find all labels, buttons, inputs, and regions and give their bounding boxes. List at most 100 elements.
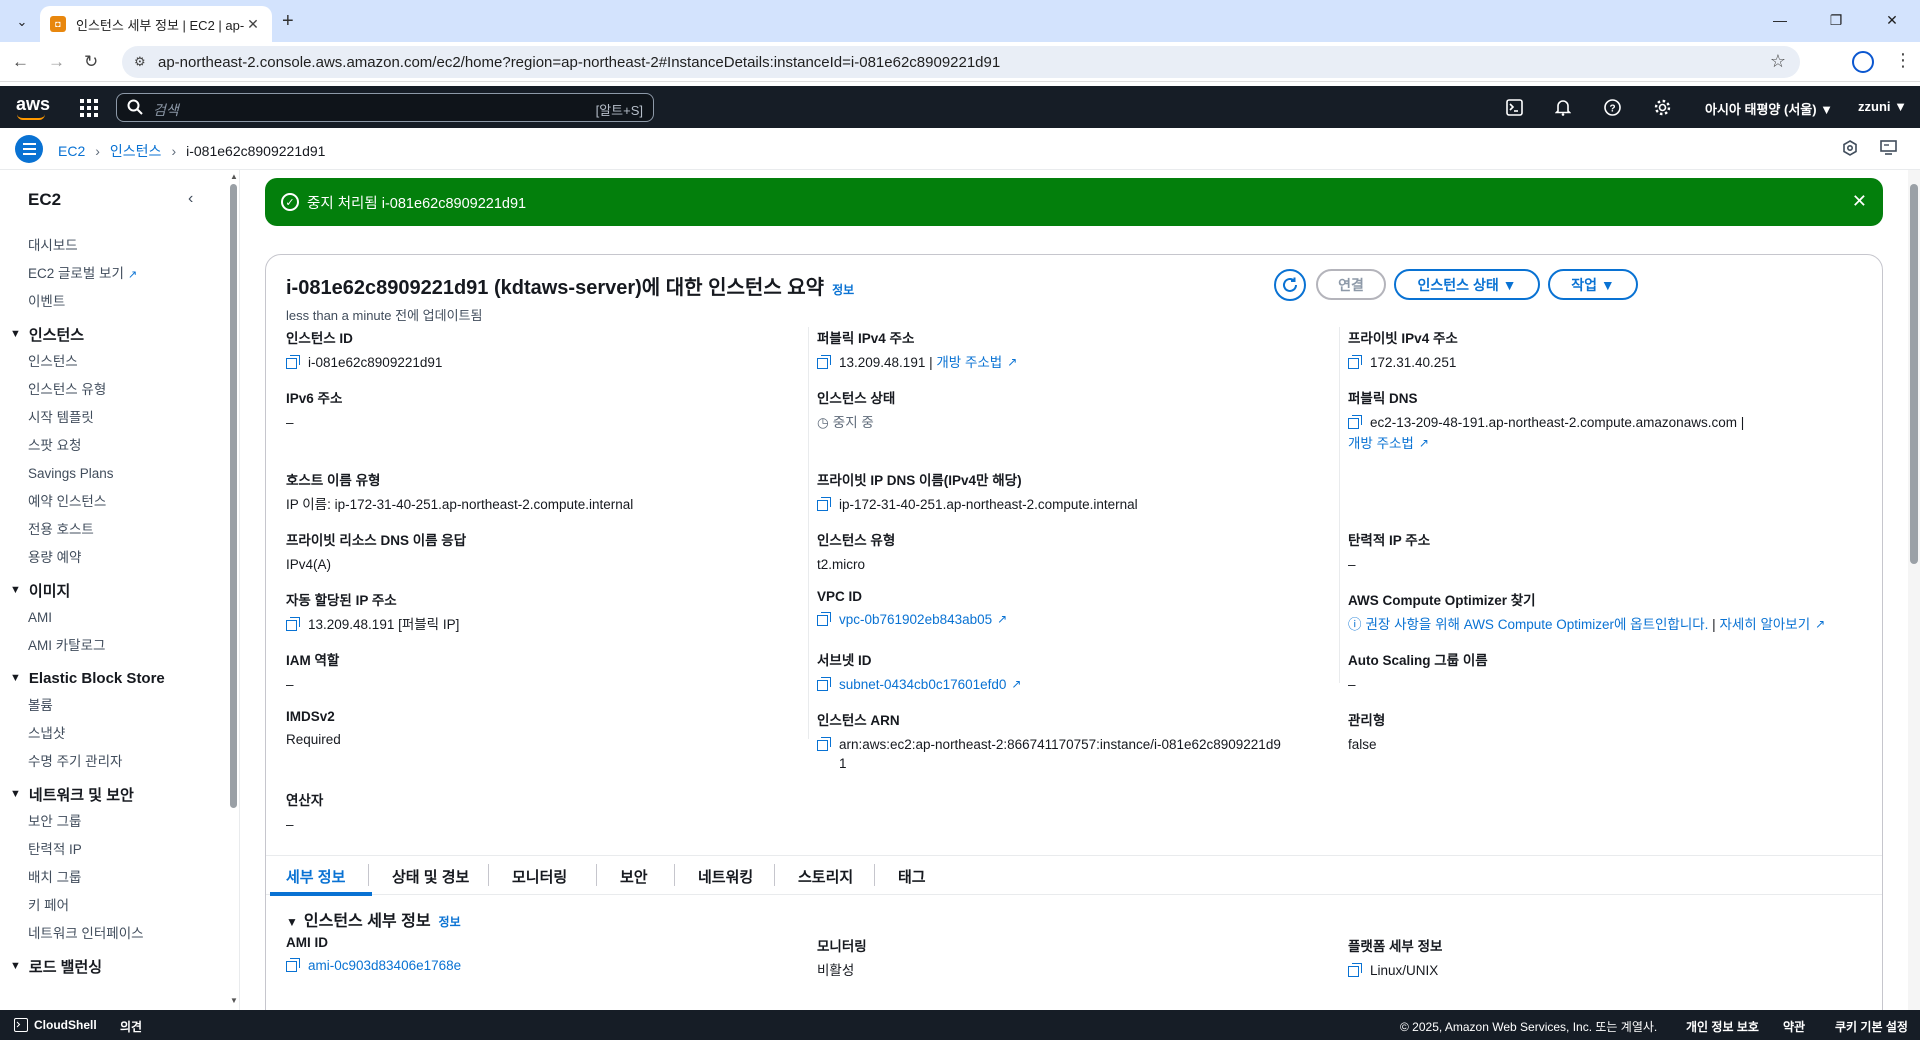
- aws-logo[interactable]: aws: [16, 94, 50, 120]
- info-link[interactable]: 정보: [439, 915, 461, 929]
- sidebar-item-key-pairs[interactable]: 키 페어: [0, 892, 228, 920]
- info-link[interactable]: 정보: [832, 283, 854, 297]
- sidebar-item-volumes[interactable]: 볼륨: [0, 692, 228, 720]
- tab-search-button[interactable]: ⌄: [8, 8, 36, 36]
- settings-gear-icon[interactable]: [1652, 97, 1672, 117]
- copy-icon[interactable]: [817, 612, 831, 626]
- sidebar-item-snapshots[interactable]: 스냅샷: [0, 720, 228, 748]
- sidebar-item-ami-catalog[interactable]: AMI 카탈로그: [0, 632, 228, 660]
- sidebar-item-security-groups[interactable]: 보안 그룹: [0, 808, 228, 836]
- notifications-bell-icon[interactable]: [1553, 97, 1573, 117]
- new-tab-button[interactable]: +: [282, 10, 294, 33]
- sidebar-section-instances[interactable]: ▼ 인스턴스: [0, 320, 228, 348]
- sidebar-item-events[interactable]: 이벤트: [0, 288, 228, 316]
- close-window-button[interactable]: ✕: [1864, 0, 1920, 40]
- ami-link[interactable]: ami-0c903d83406e1768e: [308, 956, 461, 975]
- cloudshell-button[interactable]: CloudShell: [14, 1018, 97, 1032]
- restore-button[interactable]: ❐: [1808, 0, 1864, 40]
- profile-icon[interactable]: [1852, 51, 1874, 73]
- copy-icon[interactable]: [817, 737, 831, 751]
- tab-monitoring[interactable]: 모니터링: [512, 866, 567, 887]
- browser-menu-icon[interactable]: ⋮: [1894, 50, 1912, 71]
- copy-icon[interactable]: [1348, 355, 1362, 369]
- connect-button[interactable]: 연결: [1316, 269, 1386, 300]
- settings-hex-icon[interactable]: [1842, 140, 1860, 158]
- copy-icon[interactable]: [817, 677, 831, 691]
- browser-tab[interactable]: ◘ 인스턴스 세부 정보 | EC2 | ap- ✕: [40, 6, 272, 42]
- cloudshell-icon[interactable]: [1504, 97, 1524, 117]
- vpc-link[interactable]: vpc-0b761902eb843ab05: [839, 610, 992, 629]
- iam-role-field: IAM 역할 –: [286, 653, 340, 692]
- close-tab-icon[interactable]: ✕: [244, 16, 262, 33]
- sidebar-item-ami[interactable]: AMI: [0, 604, 228, 632]
- tab-networking[interactable]: 네트워킹: [698, 866, 753, 887]
- open-address-link[interactable]: 개방 주소법: [1348, 434, 1414, 453]
- copy-icon[interactable]: [817, 497, 831, 511]
- terms-link[interactable]: 약관: [1783, 1018, 1805, 1035]
- tab-details[interactable]: 세부 정보: [286, 866, 345, 887]
- sidebar-item-dedicated-hosts[interactable]: 전용 호스트: [0, 516, 228, 544]
- tab-status-alarms[interactable]: 상태 및 경보: [392, 866, 469, 887]
- instance-state-button[interactable]: 인스턴스 상태 ▼: [1394, 269, 1540, 300]
- sidebar-section-load-balancing[interactable]: ▼ 로드 밸런싱: [0, 952, 228, 980]
- sidebar-section-images[interactable]: ▼ 이미지: [0, 576, 228, 604]
- refresh-button[interactable]: [1274, 269, 1306, 301]
- search-input[interactable]: 검색 [알트+S]: [116, 93, 654, 122]
- opt-in-link[interactable]: 권장 사항을 위해 AWS Compute Optimizer에 옵트인합니다.: [1366, 615, 1709, 634]
- region-selector[interactable]: 아시아 태평양 (서울) ▼: [1705, 99, 1833, 118]
- reload-icon[interactable]: ↻: [84, 52, 98, 72]
- actions-button[interactable]: 작업 ▼: [1548, 269, 1638, 300]
- last-updated-text: less than a minute 전에 업데이트됨: [286, 308, 483, 323]
- feedback-link[interactable]: 의견: [120, 1018, 142, 1035]
- sidebar-section-network-security[interactable]: ▼ 네트워크 및 보안: [0, 780, 228, 808]
- site-info-icon[interactable]: ⚙: [134, 54, 146, 70]
- privacy-link[interactable]: 개인 정보 보호: [1686, 1018, 1759, 1035]
- sidebar-item-placement-groups[interactable]: 배치 그룹: [0, 864, 228, 892]
- side-nav-toggle-icon[interactable]: [15, 135, 43, 163]
- cookie-preferences-link[interactable]: 쿠키 기본 설정: [1835, 1018, 1908, 1035]
- copy-icon[interactable]: [1348, 963, 1362, 977]
- account-menu[interactable]: zzuni ▼: [1858, 99, 1907, 114]
- sidebar-item-instances[interactable]: 인스턴스: [0, 348, 228, 376]
- sidebar-item-elastic-ips[interactable]: 탄력적 IP: [0, 836, 228, 864]
- sidebar-item-spot-requests[interactable]: 스팟 요청: [0, 432, 228, 460]
- instance-details-heading[interactable]: ▼ 인스턴스 세부 정보 정보: [286, 907, 461, 931]
- tab-storage[interactable]: 스토리지: [798, 866, 853, 887]
- learn-more-link[interactable]: 자세히 알아보기: [1719, 615, 1810, 634]
- sidebar-item-launch-templates[interactable]: 시작 템플릿: [0, 404, 228, 432]
- main-scrollbar[interactable]: [1908, 170, 1920, 1010]
- sidebar-item-global-view[interactable]: EC2 글로벌 보기 ↗: [0, 260, 228, 288]
- sidebar-item-reserved-instances[interactable]: 예약 인스턴스: [0, 488, 228, 516]
- sidebar-scrollbar[interactable]: ▲ ▼: [228, 170, 239, 1010]
- sidebar-section-ebs[interactable]: ▼ Elastic Block Store: [0, 664, 228, 692]
- sidebar-item-savings-plans[interactable]: Savings Plans: [0, 460, 228, 488]
- url-field[interactable]: ⚙ ap-northeast-2.console.aws.amazon.com/…: [122, 46, 1800, 78]
- copy-icon[interactable]: [286, 355, 300, 369]
- breadcrumb-instances[interactable]: 인스턴스: [110, 141, 162, 161]
- sidebar-item-instance-types[interactable]: 인스턴스 유형: [0, 376, 228, 404]
- dismiss-flash-icon[interactable]: ✕: [1852, 191, 1867, 212]
- copy-icon[interactable]: [817, 355, 831, 369]
- services-grid-icon[interactable]: [80, 99, 98, 117]
- display-settings-icon[interactable]: [1880, 140, 1898, 158]
- open-address-link[interactable]: 개방 주소법: [936, 353, 1002, 372]
- sidebar-title[interactable]: EC2: [28, 190, 61, 210]
- sidebar-item-lifecycle-manager[interactable]: 수명 주기 관리자: [0, 748, 228, 776]
- sidebar-item-capacity-reservations[interactable]: 용량 예약: [0, 544, 228, 572]
- subnet-link[interactable]: subnet-0434cb0c17601efd0: [839, 675, 1006, 694]
- back-icon[interactable]: ←: [12, 52, 29, 72]
- bookmark-star-icon[interactable]: ☆: [1770, 51, 1786, 72]
- tab-security[interactable]: 보안: [620, 866, 648, 887]
- sidebar-item-dashboard[interactable]: 대시보드: [0, 232, 228, 260]
- tab-tags[interactable]: 태그: [898, 866, 926, 887]
- copy-icon[interactable]: [286, 958, 300, 972]
- search-placeholder: 검색: [153, 102, 179, 118]
- minimize-button[interactable]: —: [1752, 0, 1808, 40]
- sidebar-item-network-interfaces[interactable]: 네트워크 인터페이스: [0, 920, 228, 948]
- copy-icon[interactable]: [1348, 415, 1362, 429]
- copy-icon[interactable]: [286, 617, 300, 631]
- breadcrumb-ec2[interactable]: EC2: [58, 143, 85, 159]
- collapse-sidebar-icon[interactable]: ‹: [188, 190, 193, 208]
- help-icon[interactable]: ?: [1602, 97, 1622, 117]
- forward-icon[interactable]: →: [48, 52, 65, 72]
